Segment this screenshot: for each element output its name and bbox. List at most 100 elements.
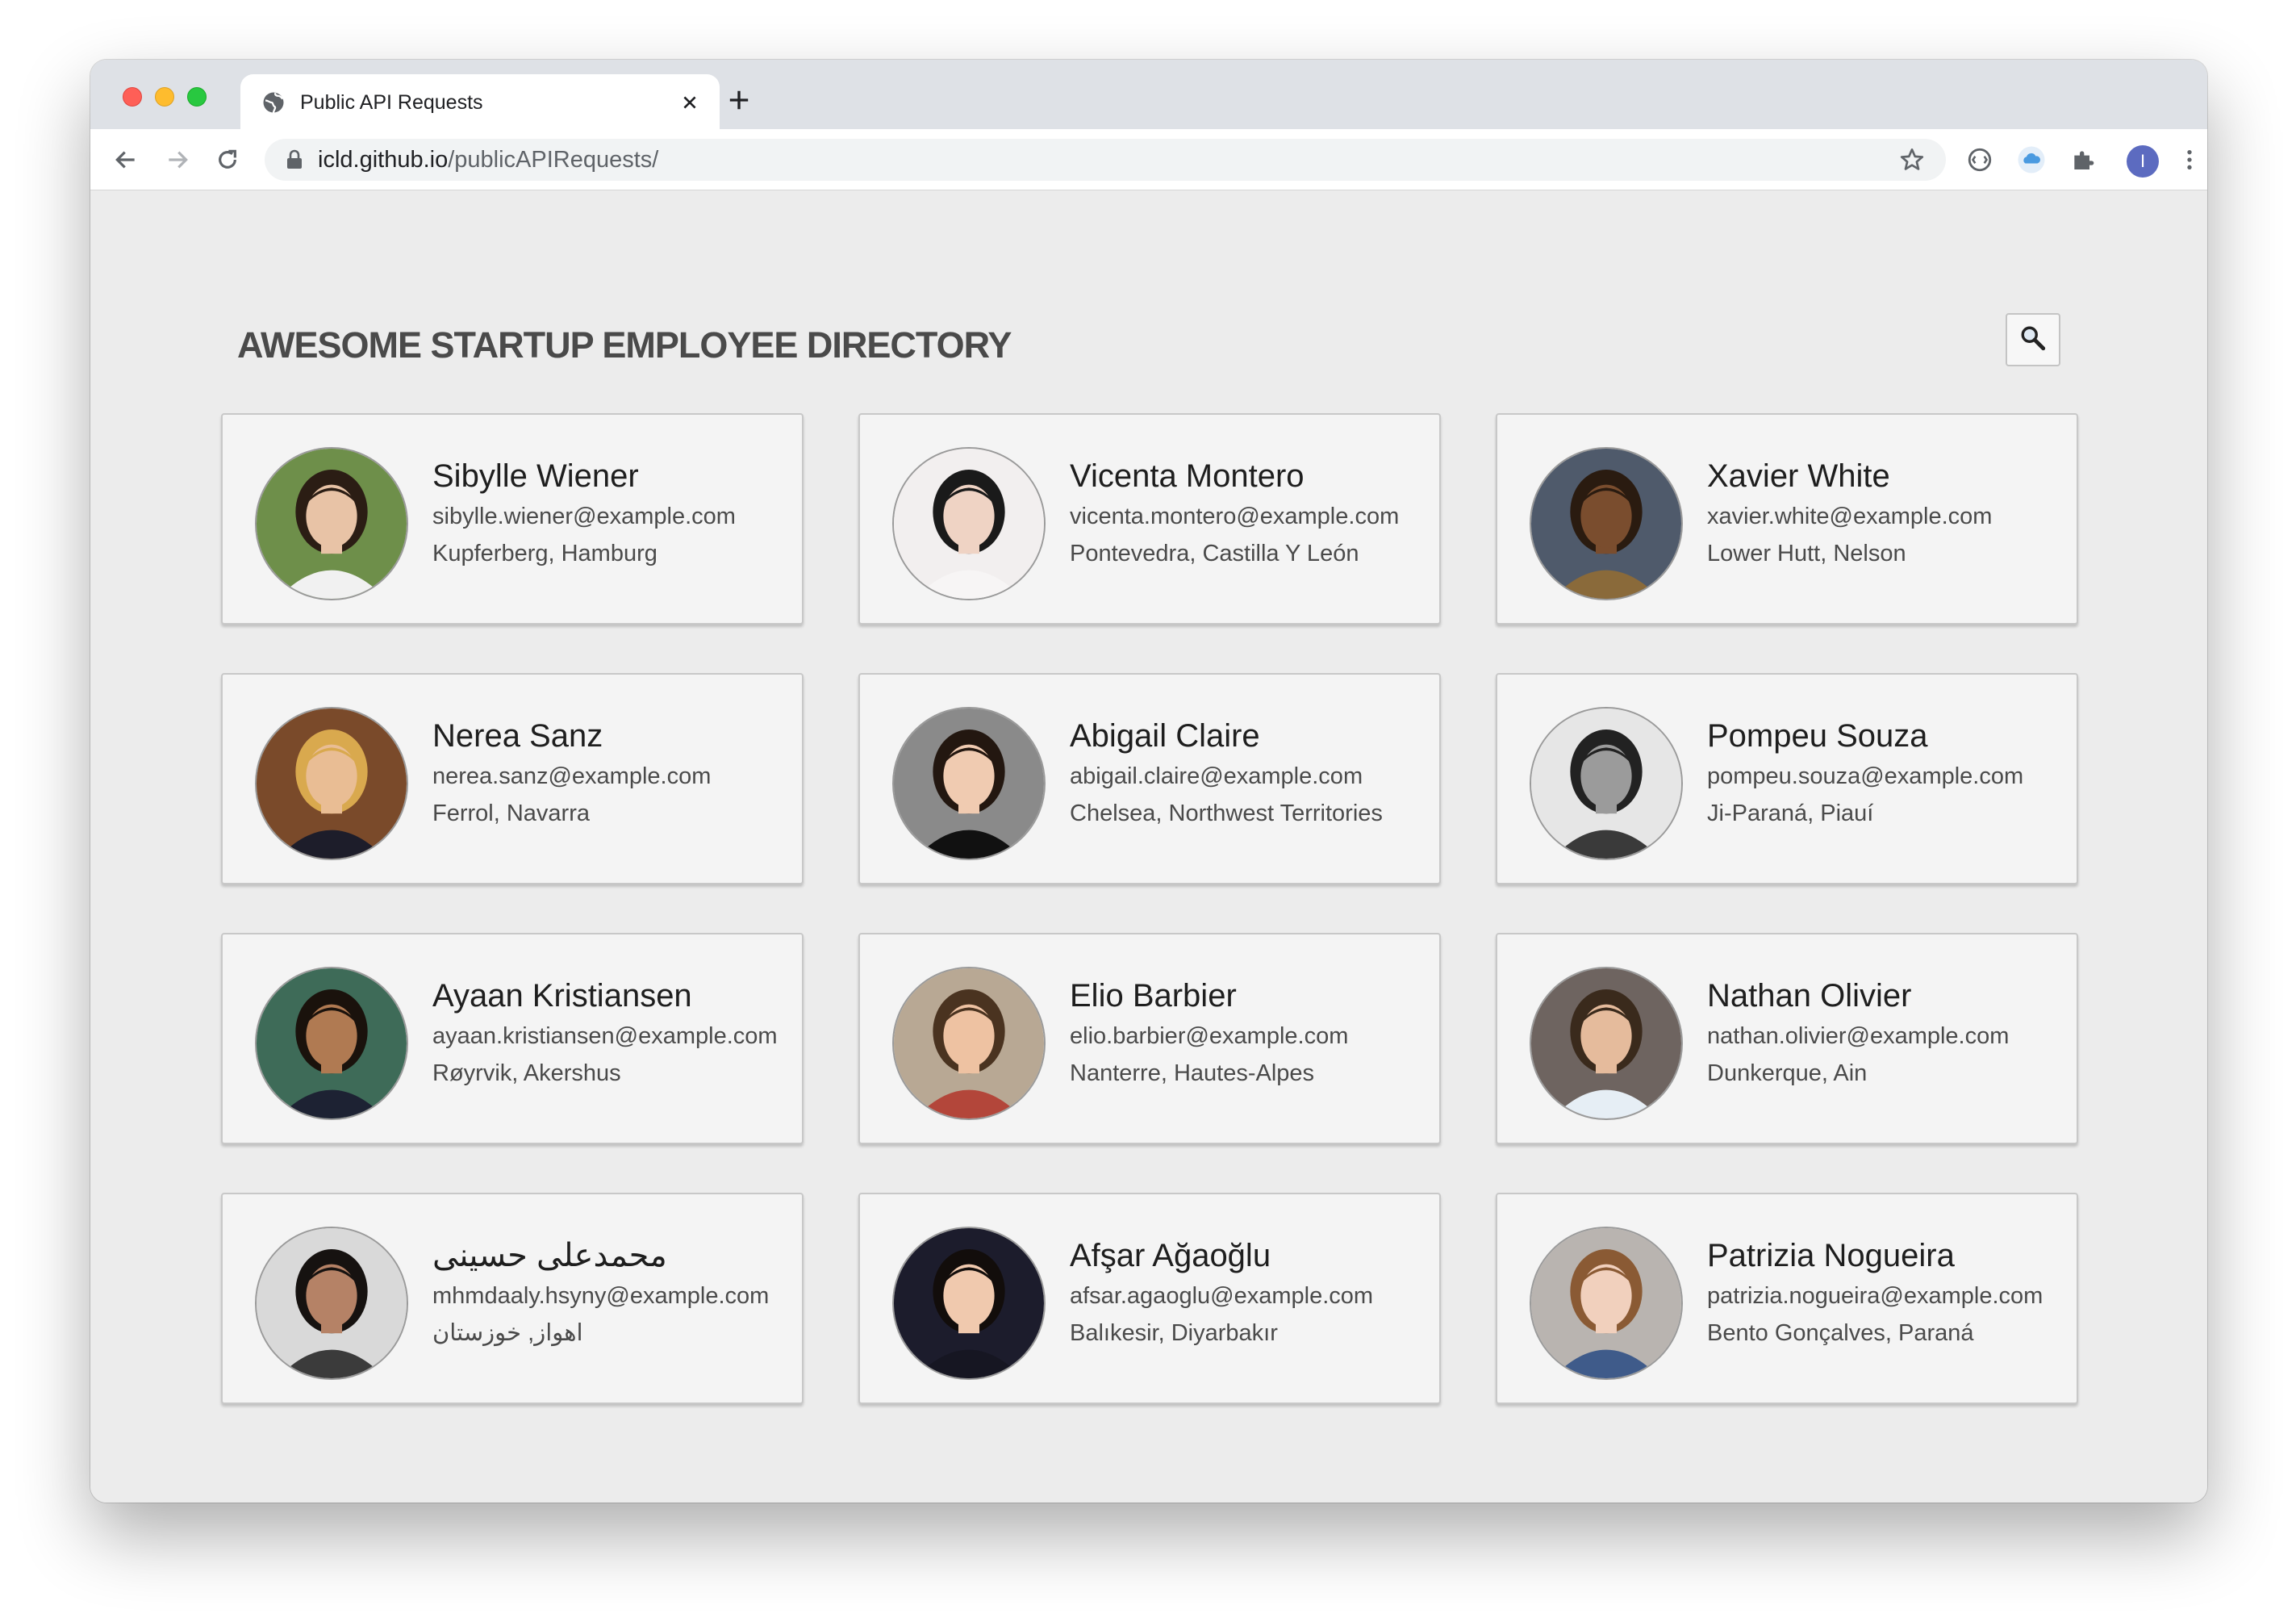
more-menu-icon[interactable] (2173, 144, 2206, 176)
employee-info: محمدعلی حسینی mhmdaaly.hsyny@example.com ا… (432, 1236, 795, 1348)
employee-card[interactable]: Nathan Olivier nathan.olivier@example.com… (1496, 933, 2078, 1144)
employee-info: Xavier White xavier.white@example.com Lowe… (1707, 457, 2070, 569)
employee-card[interactable]: Abigail Claire abigail.claire@example.com… (858, 673, 1441, 884)
employee-email: xavier.white@example.com (1707, 504, 1993, 529)
cloud-extension-icon[interactable] (2015, 144, 2048, 176)
employee-email: nerea.sanz@example.com (432, 763, 712, 789)
employee-card[interactable]: محمدعلی حسینی mhmdaaly.hsyny@example.com ا… (221, 1193, 804, 1404)
employee-info: Afşar Ağaoğlu afsar.agaoglu@example.com Ba… (1070, 1236, 1433, 1348)
employee-email: elio.barbier@example.com (1070, 1023, 1349, 1049)
employee-name: محمدعلی حسینی (432, 1238, 667, 1273)
employee-info: Vicenta Montero vicenta.montero@example.c… (1070, 457, 1433, 569)
zoom-window-button[interactable] (187, 87, 207, 107)
employee-location: Pontevedra, Castilla Y León (1070, 540, 1359, 566)
profile-avatar[interactable]: I (2127, 145, 2159, 178)
browser-toolbar: icld.github.io/publicAPIRequests/ I (90, 129, 2207, 190)
employee-location: Røyrvik, Akershus (432, 1060, 621, 1086)
employee-card[interactable]: Ayaan Kristiansen ayaan.kristiansen@examp… (221, 933, 804, 1144)
employee-location: Balıkesir, Diyarbakır (1070, 1319, 1278, 1346)
employee-avatar (1530, 967, 1683, 1120)
globe-icon (261, 90, 286, 115)
bookmark-star-icon[interactable] (1896, 144, 1928, 176)
employee-email: abigail.claire@example.com (1070, 763, 1363, 789)
search-button[interactable] (2006, 313, 2060, 366)
new-tab-icon[interactable] (724, 86, 754, 115)
employee-card[interactable]: Vicenta Montero vicenta.montero@example.c… (858, 413, 1441, 625)
employee-name: Sibylle Wiener (432, 458, 639, 494)
employee-location: Lower Hutt, Nelson (1707, 540, 1906, 566)
employee-avatar (1530, 707, 1683, 860)
page-content: AWESOME STARTUP EMPLOYEE DIRECTORY Sibyl… (90, 190, 2207, 1503)
employee-email: pompeu.souza@example.com (1707, 763, 2024, 789)
employee-avatar (892, 967, 1046, 1120)
employee-avatar (892, 707, 1046, 860)
employee-avatar (255, 707, 408, 860)
lock-icon (286, 149, 303, 170)
url-text: icld.github.io/publicAPIRequests/ (318, 147, 1896, 173)
employee-info: Elio Barbier elio.barbier@example.com Nant… (1070, 976, 1433, 1089)
employee-email: vicenta.montero@example.com (1070, 504, 1400, 529)
address-bar[interactable]: icld.github.io/publicAPIRequests/ (265, 139, 1946, 181)
reload-icon[interactable] (211, 144, 244, 176)
employee-email: mhmdaaly.hsyny@example.com (432, 1283, 770, 1309)
forward-arrow-icon[interactable] (161, 144, 194, 176)
employee-name: Nerea Sanz (432, 718, 603, 754)
employee-name: Xavier White (1707, 458, 1890, 494)
employee-avatar (1530, 447, 1683, 600)
employee-card[interactable]: Elio Barbier elio.barbier@example.com Nant… (858, 933, 1441, 1144)
employee-name: Nathan Olivier (1707, 978, 1912, 1014)
employee-name: Afşar Ağaoğlu (1070, 1238, 1271, 1273)
employee-name: Abigail Claire (1070, 718, 1260, 754)
employee-name: Patrizia Nogueira (1707, 1238, 1955, 1273)
employee-card[interactable]: Xavier White xavier.white@example.com Lowe… (1496, 413, 2078, 625)
employee-location: Ferrol, Navarra (432, 800, 590, 826)
employee-location: Dunkerque, Ain (1707, 1060, 1868, 1086)
close-window-button[interactable] (123, 87, 142, 107)
employee-email: afsar.agaoglu@example.com (1070, 1283, 1374, 1309)
browser-window: Public API Requests icld.github.io/publi… (90, 60, 2207, 1503)
employee-info: Pompeu Souza pompeu.souza@example.com Ji-P… (1707, 717, 2070, 829)
tab-strip: Public API Requests (90, 60, 2207, 131)
employee-name: Pompeu Souza (1707, 718, 1928, 754)
employee-info: Nathan Olivier nathan.olivier@example.com… (1707, 976, 2070, 1089)
employee-info: Patrizia Nogueira patrizia.nogueira@examp… (1707, 1236, 2070, 1348)
employee-email: nathan.olivier@example.com (1707, 1023, 2010, 1049)
url-host: icld.github.io (318, 146, 449, 173)
employee-name: Vicenta Montero (1070, 458, 1305, 494)
employee-email: sibylle.wiener@example.com (432, 504, 736, 529)
puzzle-piece-icon[interactable] (2067, 144, 2099, 176)
employee-info: Ayaan Kristiansen ayaan.kristiansen@examp… (432, 976, 795, 1089)
employee-info: Sibylle Wiener sibylle.wiener@example.com… (432, 457, 795, 569)
employee-location: Chelsea, Northwest Territories (1070, 800, 1383, 826)
employee-location: اهواز, خوزستان (432, 1319, 583, 1346)
tab-title: Public API Requests (300, 90, 483, 114)
close-tab-icon[interactable] (678, 90, 702, 115)
employee-location: Nanterre, Hautes-Alpes (1070, 1060, 1315, 1086)
minimize-window-button[interactable] (155, 87, 174, 107)
employee-avatar (255, 447, 408, 600)
employee-avatar (1530, 1227, 1683, 1380)
employee-card[interactable]: Sibylle Wiener sibylle.wiener@example.com… (221, 413, 804, 625)
employee-location: Ji-Paraná, Piauí (1707, 800, 1874, 826)
employee-email: patrizia.nogueira@example.com (1707, 1283, 2043, 1309)
employee-location: Bento Gonçalves, Paraná (1707, 1319, 1974, 1346)
back-arrow-icon[interactable] (110, 144, 142, 176)
employee-card[interactable]: Patrizia Nogueira patrizia.nogueira@examp… (1496, 1193, 2078, 1404)
employee-name: Ayaan Kristiansen (432, 978, 692, 1014)
url-path: /publicAPIRequests/ (448, 146, 659, 173)
employee-card[interactable]: Afşar Ağaoğlu afsar.agaoglu@example.com Ba… (858, 1193, 1441, 1404)
employee-name: Elio Barbier (1070, 978, 1237, 1014)
employee-card[interactable]: Nerea Sanz nerea.sanz@example.com Ferrol, … (221, 673, 804, 884)
employee-avatar (255, 1227, 408, 1380)
employee-info: Nerea Sanz nerea.sanz@example.com Ferrol, … (432, 717, 795, 829)
page-title: AWESOME STARTUP EMPLOYEE DIRECTORY (237, 324, 1012, 366)
employee-avatar (892, 1227, 1046, 1380)
magnifier-icon (2019, 324, 2047, 356)
employee-location: Kupferberg, Hamburg (432, 540, 657, 566)
employee-avatar (255, 967, 408, 1120)
browser-tab[interactable]: Public API Requests (240, 74, 720, 131)
employee-card[interactable]: Pompeu Souza pompeu.souza@example.com Ji-P… (1496, 673, 2078, 884)
extension-icon[interactable] (1964, 144, 1996, 176)
employee-info: Abigail Claire abigail.claire@example.com… (1070, 717, 1433, 829)
employee-email: ayaan.kristiansen@example.com (432, 1023, 778, 1049)
